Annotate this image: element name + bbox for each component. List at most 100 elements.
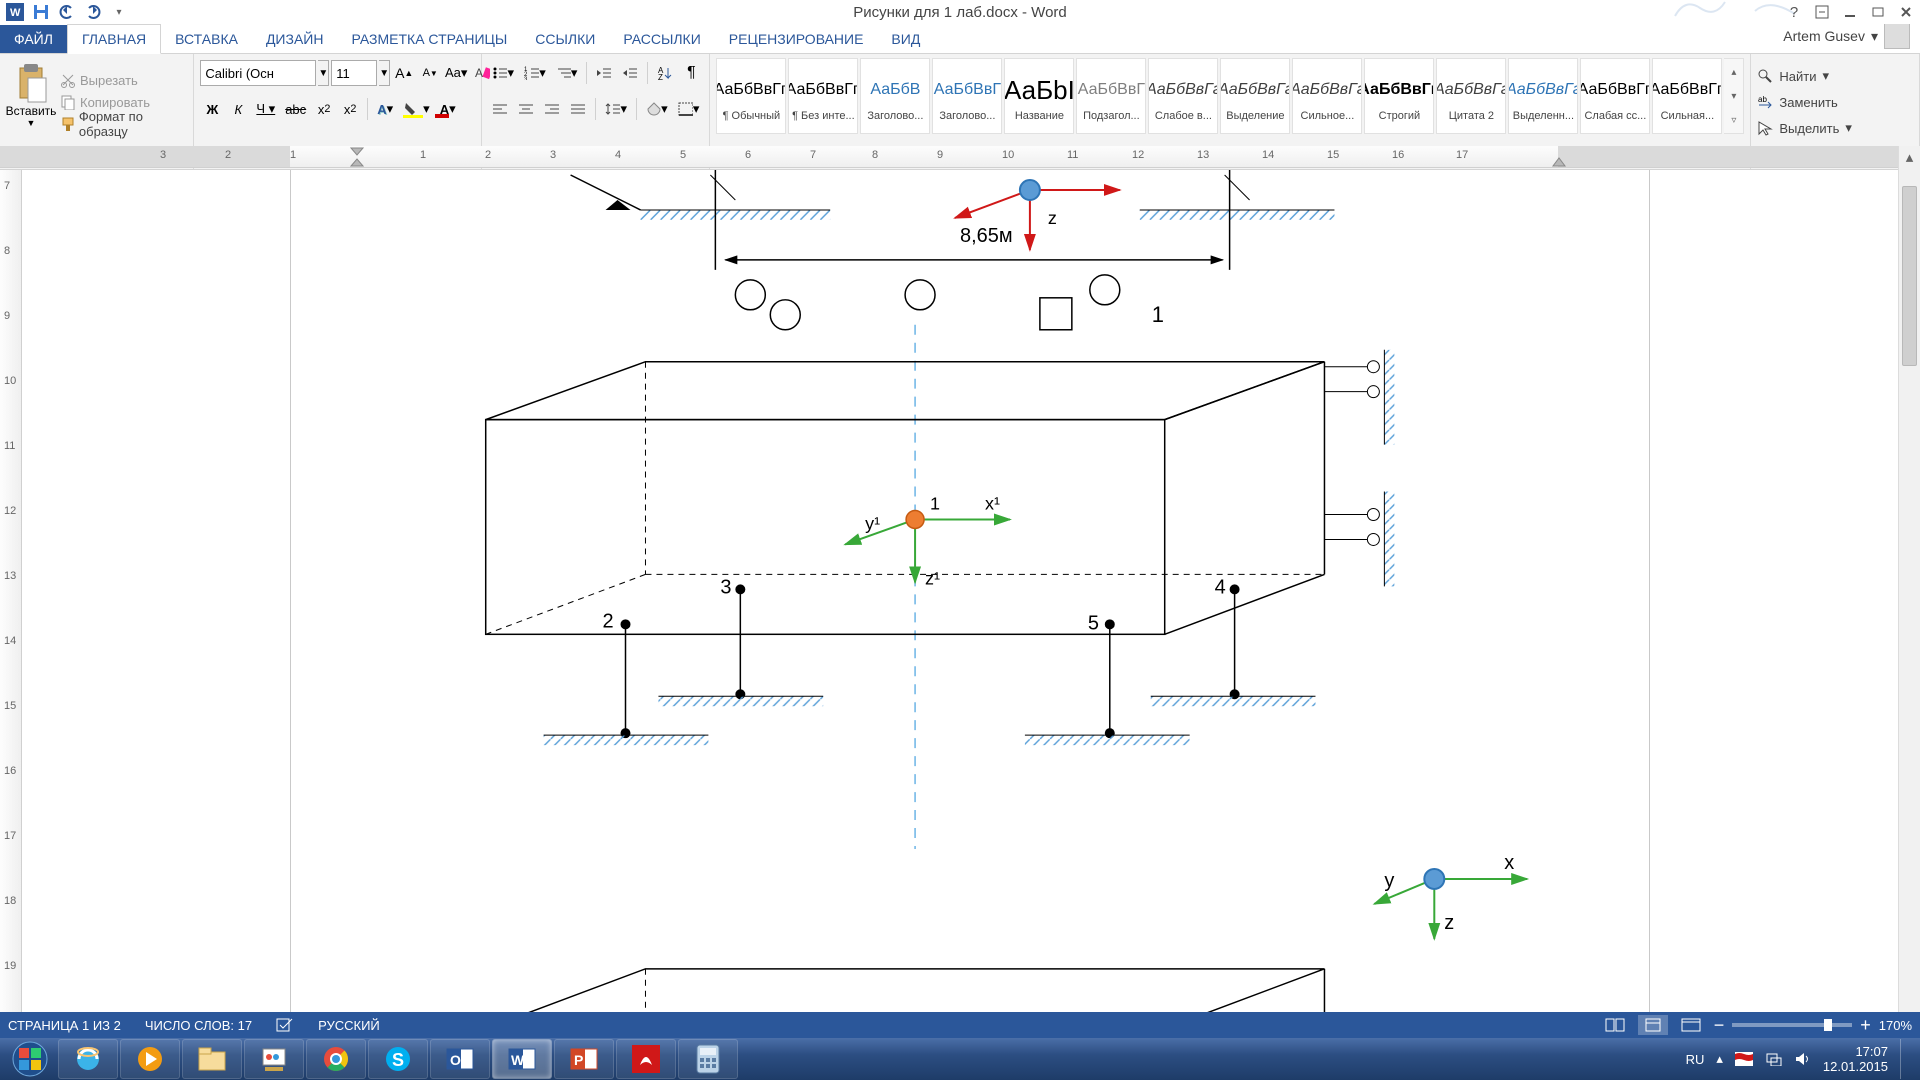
align-left-icon[interactable] — [488, 97, 512, 121]
show-desktop-button[interactable] — [1900, 1039, 1910, 1079]
help-icon[interactable]: ? — [1782, 1, 1806, 23]
tray-flag-icon[interactable] — [1735, 1052, 1753, 1066]
tab-design[interactable]: ДИЗАЙН — [252, 25, 338, 53]
superscript-icon[interactable]: x2 — [338, 97, 362, 121]
show-marks-icon[interactable]: ¶ — [679, 61, 703, 85]
style-2[interactable]: АаБбВЗаголово... — [860, 58, 930, 134]
zoom-slider[interactable] — [1732, 1023, 1852, 1027]
font-name-input[interactable] — [200, 60, 316, 86]
tab-mailings[interactable]: РАССЫЛКИ — [609, 25, 714, 53]
account-name[interactable]: Artem Gusev ▾ — [1773, 19, 1920, 53]
font-size-dropdown-icon[interactable]: ▼ — [379, 60, 390, 86]
borders-icon[interactable]: ▾ — [674, 97, 704, 121]
font-color-icon[interactable]: A▾ — [436, 97, 460, 121]
cut-button[interactable]: Вырезать — [60, 69, 187, 91]
tray-clock[interactable]: 17:07 12.01.2015 — [1823, 1044, 1888, 1074]
qat-dropdown-icon[interactable]: ▾ — [108, 1, 130, 23]
taskbar-paint[interactable] — [244, 1039, 304, 1079]
taskbar-word[interactable]: W — [492, 1039, 552, 1079]
indent-icon[interactable] — [618, 61, 642, 85]
select-button[interactable]: Выделить ▾ — [1757, 116, 1913, 140]
sort-icon[interactable]: AZ — [653, 61, 677, 85]
tab-insert[interactable]: ВСТАВКА — [161, 25, 252, 53]
subscript-icon[interactable]: x2 — [312, 97, 336, 121]
shading-icon[interactable]: ▾ — [642, 97, 672, 121]
change-case-icon[interactable]: Aa▾ — [444, 61, 468, 85]
start-button[interactable] — [4, 1038, 56, 1080]
close-icon[interactable] — [1894, 1, 1918, 23]
scroll-thumb[interactable] — [1902, 186, 1917, 366]
view-print-icon[interactable] — [1638, 1015, 1668, 1035]
taskbar-explorer[interactable] — [182, 1039, 242, 1079]
save-icon[interactable] — [30, 1, 52, 23]
tab-review[interactable]: РЕЦЕНЗИРОВАНИЕ — [715, 25, 878, 53]
font-name-dropdown-icon[interactable]: ▼ — [318, 60, 329, 86]
italic-icon[interactable]: К — [226, 97, 250, 121]
align-center-icon[interactable] — [514, 97, 538, 121]
maximize-icon[interactable] — [1866, 1, 1890, 23]
style-4[interactable]: АаБbIНазвание — [1004, 58, 1074, 134]
indent-marker[interactable] — [350, 147, 364, 167]
tab-references[interactable]: ССЫЛКИ — [521, 25, 609, 53]
tray-lang[interactable]: RU — [1686, 1052, 1705, 1067]
indent-marker-right[interactable] — [1552, 157, 1566, 167]
style-11[interactable]: АаБбВвГгВыделенн... — [1508, 58, 1578, 134]
strike-icon[interactable]: abc — [281, 97, 310, 121]
zoom-in-icon[interactable]: + — [1860, 1015, 1871, 1036]
numbering-icon[interactable]: 123▾ — [520, 61, 550, 85]
taskbar-powerpoint[interactable]: P — [554, 1039, 614, 1079]
shrink-font-icon[interactable]: A▼ — [418, 61, 442, 85]
outdent-icon[interactable] — [592, 61, 616, 85]
zoom-value[interactable]: 170% — [1879, 1018, 1912, 1033]
view-read-icon[interactable] — [1600, 1015, 1630, 1035]
style-0[interactable]: АаБбВвГг,¶ Обычный — [716, 58, 786, 134]
grow-font-icon[interactable]: A▲ — [392, 61, 416, 85]
taskbar-ie[interactable] — [58, 1039, 118, 1079]
ribbon-options-icon[interactable] — [1810, 1, 1834, 23]
zoom-out-icon[interactable]: − — [1714, 1015, 1725, 1036]
ruler-vertical[interactable]: 78910111213141516171819 — [0, 170, 22, 1054]
document-page[interactable]: z 8,65м 1 — [290, 170, 1650, 1054]
undo-icon[interactable] — [56, 1, 78, 23]
scroll-up-icon[interactable]: ▴ — [1899, 146, 1920, 168]
tab-file[interactable]: ФАЙЛ — [0, 25, 67, 53]
style-8[interactable]: АаБбВвГгСильное... — [1292, 58, 1362, 134]
style-6[interactable]: АаБбВвГгСлабое в... — [1148, 58, 1218, 134]
tray-volume-icon[interactable] — [1795, 1052, 1811, 1066]
line-spacing-icon[interactable]: ▾ — [601, 97, 631, 121]
tab-layout[interactable]: РАЗМЕТКА СТРАНИЦЫ — [337, 25, 521, 53]
scrollbar-vertical[interactable]: ▴ ▾ — [1898, 146, 1920, 1054]
ruler-horizontal[interactable]: 3211234567891011121314151617 — [0, 146, 1898, 168]
status-language[interactable]: РУССКИЙ — [318, 1018, 380, 1033]
style-9[interactable]: АаБбВвГг,Строгий — [1364, 58, 1434, 134]
tab-home[interactable]: ГЛАВНАЯ — [67, 24, 161, 54]
bullets-icon[interactable]: ▾ — [488, 61, 518, 85]
taskbar-calc[interactable] — [678, 1039, 738, 1079]
minimize-icon[interactable] — [1838, 1, 1862, 23]
taskbar-outlook[interactable]: O — [430, 1039, 490, 1079]
taskbar-chrome[interactable] — [306, 1039, 366, 1079]
redo-icon[interactable] — [82, 1, 104, 23]
view-web-icon[interactable] — [1676, 1015, 1706, 1035]
align-right-icon[interactable] — [540, 97, 564, 121]
style-7[interactable]: АаБбВвГгВыделение — [1220, 58, 1290, 134]
text-effects-icon[interactable]: A▾ — [373, 97, 397, 121]
bold-icon[interactable]: Ж — [200, 97, 224, 121]
tab-view[interactable]: ВИД — [877, 25, 934, 53]
tray-show-hidden-icon[interactable]: ▴ — [1716, 1051, 1723, 1067]
find-button[interactable]: Найти ▾ — [1757, 64, 1913, 88]
styles-gallery[interactable]: АаБбВвГг,¶ ОбычныйАаБбВвГг,¶ Без инте...… — [716, 58, 1744, 134]
paste-button[interactable]: Вставить ▼ — [6, 58, 56, 146]
style-1[interactable]: АаБбВвГг,¶ Без инте... — [788, 58, 858, 134]
style-10[interactable]: АаБбВвГгЦитата 2 — [1436, 58, 1506, 134]
highlight-icon[interactable]: ▾ — [399, 97, 434, 121]
justify-icon[interactable] — [566, 97, 590, 121]
status-proofing-icon[interactable] — [276, 1017, 294, 1033]
underline-icon[interactable]: Ч ▾ — [252, 97, 279, 121]
status-page[interactable]: СТРАНИЦА 1 ИЗ 2 — [8, 1018, 121, 1033]
style-13[interactable]: АаБбВвГг,Сильная... — [1652, 58, 1722, 134]
multilevel-icon[interactable]: ▾ — [552, 61, 582, 85]
font-size-input[interactable] — [331, 60, 377, 86]
style-5[interactable]: АаБбВвГПодзагол... — [1076, 58, 1146, 134]
style-12[interactable]: АаБбВвГг,Слабая сс... — [1580, 58, 1650, 134]
